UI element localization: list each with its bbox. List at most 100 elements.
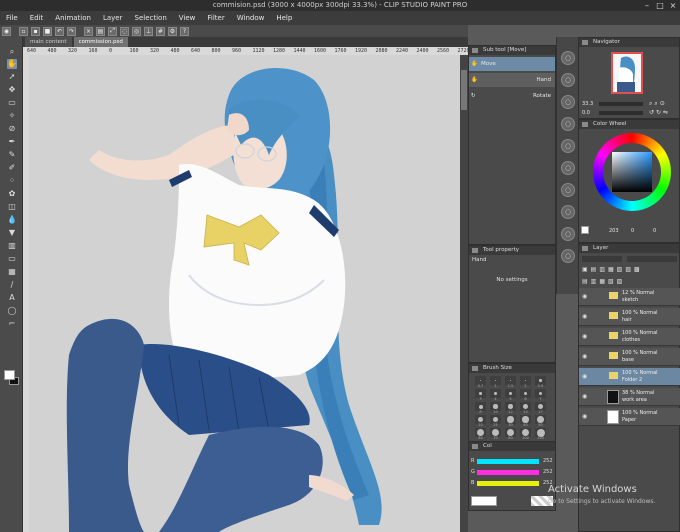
text-tool-icon[interactable]: A: [7, 293, 17, 303]
navigator-preview[interactable]: [611, 52, 643, 94]
eye-icon[interactable]: ◉: [582, 333, 587, 340]
r-value[interactable]: 252: [543, 458, 553, 464]
blend-tool-icon[interactable]: 💧: [7, 215, 17, 225]
zoom-controls-icon[interactable]: ⌕⌕⊙: [649, 100, 667, 108]
layer-row[interactable]: ◉ 100 % Normal base: [579, 348, 680, 366]
brush-size-preset[interactable]: 0.7: [475, 376, 486, 388]
brush-size-preset[interactable]: 10: [490, 402, 501, 414]
b-slider[interactable]: [477, 481, 539, 486]
eye-icon[interactable]: ◉: [582, 413, 587, 420]
layer-row[interactable]: ◉ 100 % Normal clothes: [579, 328, 680, 346]
maximize-button[interactable]: □: [653, 0, 667, 11]
brush-size-preset[interactable]: 12: [505, 402, 516, 414]
brush-size-preset[interactable]: 60: [475, 428, 486, 440]
subtool-item-rotate[interactable]: ↻ Rotate: [469, 89, 555, 103]
invert-selection-icon[interactable]: ◎: [132, 26, 141, 36]
brush-size-preset[interactable]: 30: [505, 415, 516, 427]
layer-row[interactable]: ◉ 12 % Normal sketch: [579, 288, 680, 306]
quick-tool-icon[interactable]: ◌: [561, 183, 575, 197]
snap-grid-icon[interactable]: #: [156, 26, 165, 36]
subtool-item-move[interactable]: ✋ Move: [469, 57, 555, 71]
menu-edit[interactable]: Edit: [30, 14, 44, 22]
quick-tool-icon[interactable]: ◌: [561, 227, 575, 241]
current-color-swatch[interactable]: [471, 496, 497, 506]
clip-studio-icon[interactable]: ◉: [2, 26, 11, 36]
tab-main-content[interactable]: main content: [25, 37, 72, 47]
menu-selection[interactable]: Selection: [135, 14, 167, 22]
blend-mode-select[interactable]: [582, 256, 622, 262]
brush-size-preset[interactable]: 4: [490, 389, 501, 401]
fill-tool-icon[interactable]: ▼: [7, 228, 17, 238]
saturation-value-square[interactable]: [612, 152, 652, 192]
zoom-value[interactable]: 33.3: [582, 101, 593, 107]
saturation-value[interactable]: 0: [631, 228, 634, 234]
balloon-tool-icon[interactable]: ◯: [7, 306, 17, 316]
minimize-button[interactable]: –: [640, 0, 654, 11]
layer-row[interactable]: ◉ 38 % Normal work area: [579, 388, 680, 406]
zoom-tool-icon[interactable]: ⌕: [7, 47, 17, 57]
menu-help[interactable]: Help: [276, 14, 292, 22]
brush-size-preset[interactable]: 40: [520, 415, 531, 427]
new-file-icon[interactable]: ▫: [19, 26, 28, 36]
snap-ruler-icon[interactable]: ⊥: [144, 26, 153, 36]
quick-tool-icon[interactable]: ◌: [561, 95, 575, 109]
pencil-tool-icon[interactable]: ✎: [7, 150, 17, 160]
clear-icon[interactable]: ×: [84, 26, 93, 36]
brush-size-preset[interactable]: 17: [535, 402, 546, 414]
brush-size-preset[interactable]: 5: [505, 389, 516, 401]
figure-tool-icon[interactable]: ▭: [7, 254, 17, 264]
brush-tool-icon[interactable]: ✐: [7, 163, 17, 173]
brush-size-preset[interactable]: 50: [535, 415, 546, 427]
close-button[interactable]: ×: [666, 0, 680, 11]
brush-size-preset[interactable]: 80: [505, 428, 516, 440]
quick-tool-icon[interactable]: ◌: [561, 117, 575, 131]
move-tool-icon[interactable]: ✋: [7, 59, 17, 69]
tab-commission[interactable]: commission.psd: [73, 37, 128, 47]
fill-icon[interactable]: ▤: [96, 26, 105, 36]
subtool-item-hand[interactable]: ✋ Hand: [469, 73, 555, 87]
brush-size-preset[interactable]: 2.5: [535, 376, 546, 388]
quick-tool-icon[interactable]: ◌: [561, 51, 575, 65]
menu-filter[interactable]: Filter: [207, 14, 224, 22]
brush-size-preset[interactable]: 1: [490, 376, 501, 388]
quick-tool-icon[interactable]: ◌: [561, 249, 575, 263]
brush-size-preset[interactable]: 1.5: [505, 376, 516, 388]
eye-icon[interactable]: ◉: [582, 393, 587, 400]
move-layer-icon[interactable]: ✥: [7, 85, 17, 95]
canvas-vertical-scrollbar[interactable]: [460, 55, 468, 532]
menu-file[interactable]: File: [6, 14, 18, 22]
brush-size-preset[interactable]: 20: [475, 415, 486, 427]
hue-value[interactable]: 203: [609, 228, 619, 234]
menu-animation[interactable]: Animation: [55, 14, 91, 22]
brush-size-preset[interactable]: 100: [520, 428, 531, 440]
auto-select-icon[interactable]: ✧: [7, 111, 17, 121]
transform-icon[interactable]: ⤢: [108, 26, 117, 36]
frame-border-icon[interactable]: ▦: [7, 267, 17, 277]
layer-toolbar-icons[interactable]: ▣▤▥▦▧▨▩: [582, 266, 643, 273]
rotation-slider[interactable]: [599, 111, 643, 115]
g-slider[interactable]: [477, 470, 539, 475]
zoom-slider[interactable]: [599, 102, 643, 106]
brush-size-preset[interactable]: 120: [535, 428, 546, 440]
save-icon[interactable]: ■: [43, 26, 52, 36]
menu-view[interactable]: View: [179, 14, 196, 22]
airbrush-icon[interactable]: ⁘: [7, 176, 17, 186]
layer-toolbar-icons-2[interactable]: ▤▥▦▧▨: [582, 278, 625, 285]
selection-tool-icon[interactable]: ▭: [7, 98, 17, 108]
brush-size-preset[interactable]: 2: [520, 376, 531, 388]
layer-row[interactable]: ◉ 100 % Normal Paper: [579, 408, 680, 426]
brush-size-preset[interactable]: 8: [475, 402, 486, 414]
open-file-icon[interactable]: ▪: [31, 26, 40, 36]
brush-size-preset[interactable]: 3: [475, 389, 486, 401]
settings-icon[interactable]: ⚙: [168, 26, 177, 36]
layer-row[interactable]: ◉ 100 % Normal hair: [579, 308, 680, 326]
redo-icon[interactable]: ↷: [67, 26, 76, 36]
operation-tool-icon[interactable]: ➚: [7, 72, 17, 82]
menu-layer[interactable]: Layer: [103, 14, 123, 22]
r-slider[interactable]: [477, 459, 539, 464]
eraser-icon[interactable]: ◫: [7, 202, 17, 212]
rotate-controls-icon[interactable]: ↺↻⇋: [649, 109, 670, 116]
undo-icon[interactable]: ↶: [55, 26, 64, 36]
angle-value[interactable]: 0.0: [582, 110, 590, 116]
gradient-icon[interactable]: ▥: [7, 241, 17, 251]
